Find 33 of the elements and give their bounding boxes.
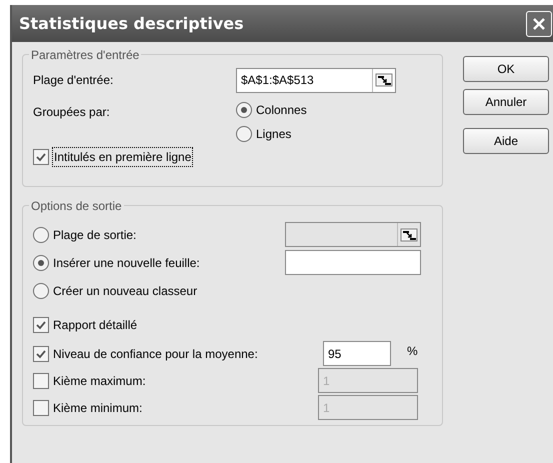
range-picker-icon[interactable] (375, 73, 393, 87)
option-label: Colonnes (256, 102, 307, 119)
checkbox[interactable] (33, 149, 49, 165)
range-field[interactable]: $A$1:$A$513 (236, 68, 396, 92)
checkbox-label: Kième maximum: (53, 372, 146, 390)
radio-button[interactable] (33, 282, 49, 298)
checkbox[interactable] (33, 317, 49, 333)
dialog-button[interactable]: Aide (463, 128, 549, 154)
checkbox-label: Niveau de confiance pour la moyenne: (53, 346, 258, 362)
check-icon (35, 151, 47, 163)
radio-button[interactable] (236, 126, 252, 142)
close-button[interactable] (526, 10, 552, 36)
option-label: Créer un nouveau classeur (53, 282, 198, 300)
checkbox-label: Rapport détaillé (53, 317, 138, 334)
checkbox-label: Kième minimum: (53, 400, 142, 416)
window-title: Statistiques descriptives (19, 12, 245, 34)
option-label: Lignes (256, 126, 292, 143)
field-label: Groupées par: (33, 104, 111, 121)
check-icon (35, 319, 47, 331)
unit-label: % (407, 342, 418, 360)
option-label: Insérer une nouvelle feuille: (53, 254, 200, 272)
field-label: Plage d'entrée: (33, 72, 114, 89)
option-label: Plage de sortie: (53, 226, 136, 244)
input-field[interactable]: 95 (323, 341, 391, 366)
dialog-button[interactable]: Annuler (463, 89, 549, 115)
check-icon (35, 348, 47, 360)
dialog-button[interactable]: OK (463, 56, 549, 82)
radio-button[interactable] (33, 254, 49, 270)
input-field[interactable] (285, 250, 421, 275)
checkbox[interactable] (33, 346, 49, 362)
radio-button[interactable] (236, 102, 252, 118)
close-icon (531, 16, 547, 32)
checkbox-label: Intitulés en première ligne (52, 147, 194, 167)
